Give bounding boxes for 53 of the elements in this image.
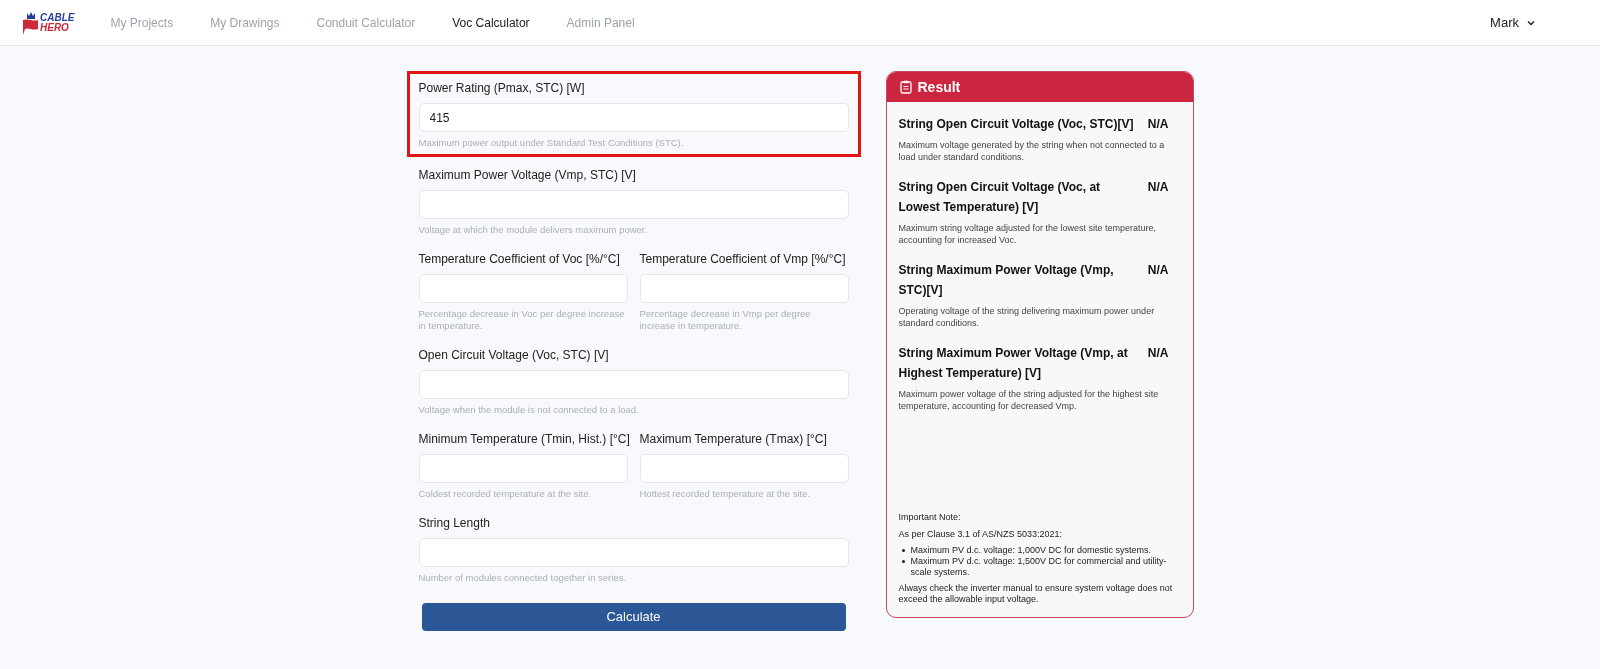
help-text: Hottest recorded temperature at the site. [639,488,812,500]
field-label: Maximum Power Voltage (Vmp, STC) [V] [418,167,637,183]
field-label: Temperature Coefficient of Vmp [%/°C] [639,251,847,267]
logo[interactable]: CABLE HERO [21,10,75,35]
result-description: Maximum string voltage adjusted for the lowest site temperature, accounting for increased Voc. [898,222,1158,246]
field-label: Minimum Temperature (Tmin, Hist.) [°C] [418,431,628,447]
logo-text: CABLE [40,12,75,23]
field-label: Open Circuit Voltage (Voc, STC) [V] [418,347,610,363]
result-description: Operating voltage of the string delivering maximum power under standard conditions. [898,305,1156,329]
result-title: Result [917,77,961,97]
note-bullet: Maximum PV d.c. voltage: 1,500V DC for commercial and utility-scale systems. [910,556,1168,578]
result-value: N/A [1147,345,1169,362]
result-value: N/A [1147,262,1169,279]
help-text: Coldest recorded temperature at the site. [418,488,593,500]
result-value: N/A [1147,116,1169,133]
field-label: String Length [418,515,491,531]
field-label: Temperature Coefficient of Voc [%/°C] [418,251,621,267]
nav-link[interactable]: Voc Calculator [452,13,530,32]
input-field[interactable]: 415 [418,103,849,132]
calculate-button[interactable]: Calculate [421,603,846,631]
result-description: Maximum power voltage of the string adjusted for the highest site temperature, accounting for decreased Vmp. [898,388,1160,412]
input-field[interactable] [418,370,849,399]
input-field[interactable] [418,454,628,483]
field-label: Power Rating (Pmax, STC) [W] [418,80,586,96]
help-text: Maximum power output under Standard Test Conditions (STC). [418,137,685,149]
input-field[interactable] [418,190,849,219]
input-field[interactable] [418,538,849,567]
help-text: Percentage decrease in Vmp per degree increase in temperature. [639,308,812,332]
flag-icon [21,10,39,35]
note-bullet: Maximum PV d.c. voltage: 1,000V DC for domestic systems. [910,545,1152,556]
help-text: Voltage when the module is not connected to a load. [418,404,640,416]
input-field[interactable] [418,274,628,303]
clipboard-icon [899,80,912,94]
input-field[interactable] [639,454,849,483]
note-intro: As per Clause 3.1 of AS/NZS 5033:2021: [898,529,1064,540]
result-value: N/A [1147,179,1169,196]
help-text: Number of modules connected together in series. [418,572,628,584]
chevron-down-icon [1527,19,1535,26]
result-label: String Open Circuit Voltage (Voc, at Lowest Temperature) [V] [898,179,1102,216]
result-label: String Open Circuit Voltage (Voc, STC)[V] [898,116,1135,133]
bullet-icon [901,560,905,563]
input-field[interactable] [639,274,849,303]
note-footer: Always check the inverter manual to ensure system voltage does not exceed the allowable input voltage. [898,583,1181,605]
result-label: String Maximum Power Voltage (Vmp, STC)[V] [898,262,1115,299]
field-label: Maximum Temperature (Tmax) [°C] [639,431,828,447]
note-title: Important Note: [898,512,962,523]
bullet-icon [901,549,905,552]
help-text: Percentage decrease in Voc per degree increase in temperature. [418,308,626,332]
result-description: Maximum voltage generated by the string when not connected to a load under standard conditions. [898,139,1166,163]
result-label: String Maximum Power Voltage (Vmp, at Highest Temperature) [V] [898,345,1129,382]
help-text: Voltage at which the module delivers maximum power. [418,224,649,236]
logo-text: HERO [40,22,70,33]
user-menu[interactable]: Mark [1490,12,1535,33]
